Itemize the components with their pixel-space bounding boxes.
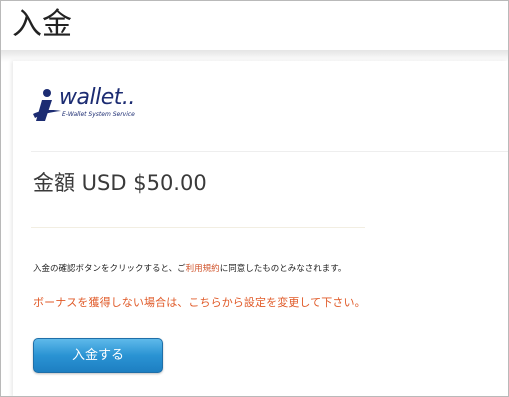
i-wallet-logo: wallet.. E-Wallet System Service — [33, 85, 145, 124]
logo-tagline: E-Wallet System Service — [62, 111, 135, 118]
deposit-amount: 金額 USD $50.00 — [33, 171, 207, 195]
terms-of-use-link[interactable]: 利用規約 — [186, 264, 220, 274]
deposit-window: 入金 wallet.. E-Wallet System Service 金額 U… — [0, 0, 509, 397]
terms-notice: 入金の確認ボタンをクリックすると、ご利用規約に同意したものとみなされます。 — [33, 264, 373, 275]
terms-notice-suffix: に同意したものとみなされます。 — [219, 264, 347, 274]
deposit-button[interactable]: 入金する — [33, 338, 163, 373]
divider — [31, 151, 508, 152]
divider — [31, 227, 365, 228]
terms-notice-prefix: 入金の確認ボタンをクリックすると、ご — [33, 264, 186, 274]
logo-wordmark: wallet.. — [59, 85, 135, 110]
bonus-settings-link[interactable]: ボーナスを獲得しない場合は、こちらから設定を変更して下さい。 — [33, 297, 373, 309]
page-title: 入金 — [12, 7, 72, 42]
